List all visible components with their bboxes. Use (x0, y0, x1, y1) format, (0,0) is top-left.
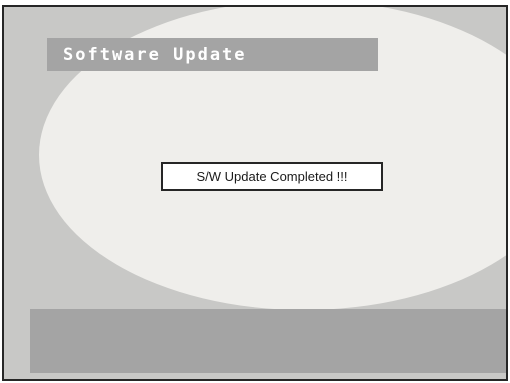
footer-bar (30, 309, 506, 373)
status-message-box: S/W Update Completed !!! (161, 162, 383, 191)
update-screen: Software Update S/W Update Completed !!! (2, 5, 508, 381)
status-message: S/W Update Completed !!! (196, 169, 348, 184)
title-bar: Software Update (47, 38, 378, 71)
page-title: Software Update (63, 44, 247, 65)
